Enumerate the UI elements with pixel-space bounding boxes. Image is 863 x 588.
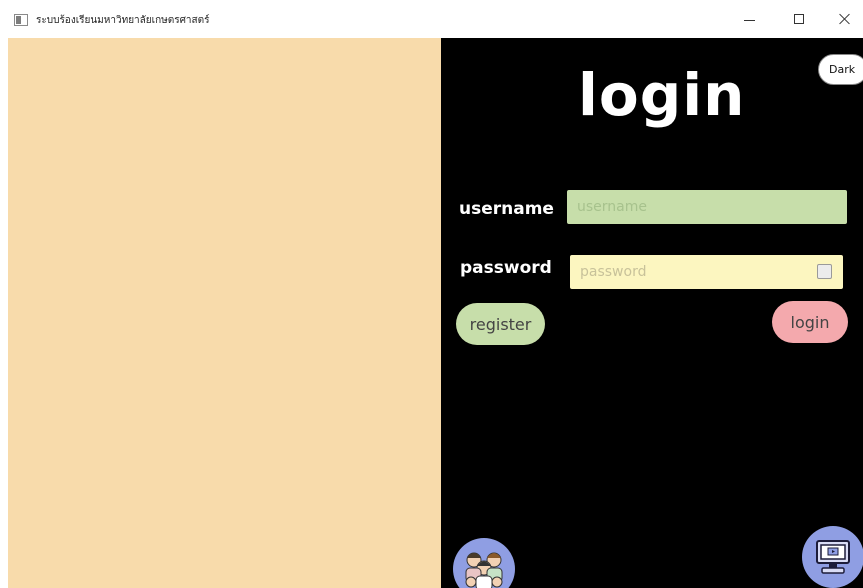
password-label: password	[460, 258, 552, 278]
app-window-icon	[14, 14, 28, 26]
login-title: login	[578, 61, 746, 129]
maximize-icon	[794, 14, 804, 24]
register-button[interactable]: register	[456, 303, 545, 345]
left-panel	[8, 38, 441, 588]
monitor-icon	[816, 540, 850, 574]
monitor-icon-button[interactable]	[802, 526, 863, 588]
show-password-checkbox[interactable]	[817, 264, 832, 279]
window-title: ระบบร้องเรียนมหาวิทยาลัยเกษตรศาสตร์	[36, 15, 210, 26]
maximize-button[interactable]	[776, 0, 822, 38]
app-window: ระบบร้องเรียนมหาวิทยาลัยเกษตรศาสตร์ Dark…	[0, 0, 863, 588]
password-input[interactable]	[570, 255, 843, 289]
dark-mode-toggle[interactable]: Dark	[818, 54, 863, 85]
username-label: username	[459, 199, 554, 219]
close-button[interactable]	[822, 0, 863, 38]
login-button[interactable]: login	[772, 301, 848, 343]
minimize-button[interactable]	[726, 0, 772, 38]
minimize-icon	[743, 19, 755, 21]
username-input[interactable]	[567, 190, 847, 224]
close-icon	[839, 13, 851, 25]
title-bar[interactable]: ระบบร้องเรียนมหาวิทยาลัยเกษตรศาสตร์	[0, 0, 863, 38]
